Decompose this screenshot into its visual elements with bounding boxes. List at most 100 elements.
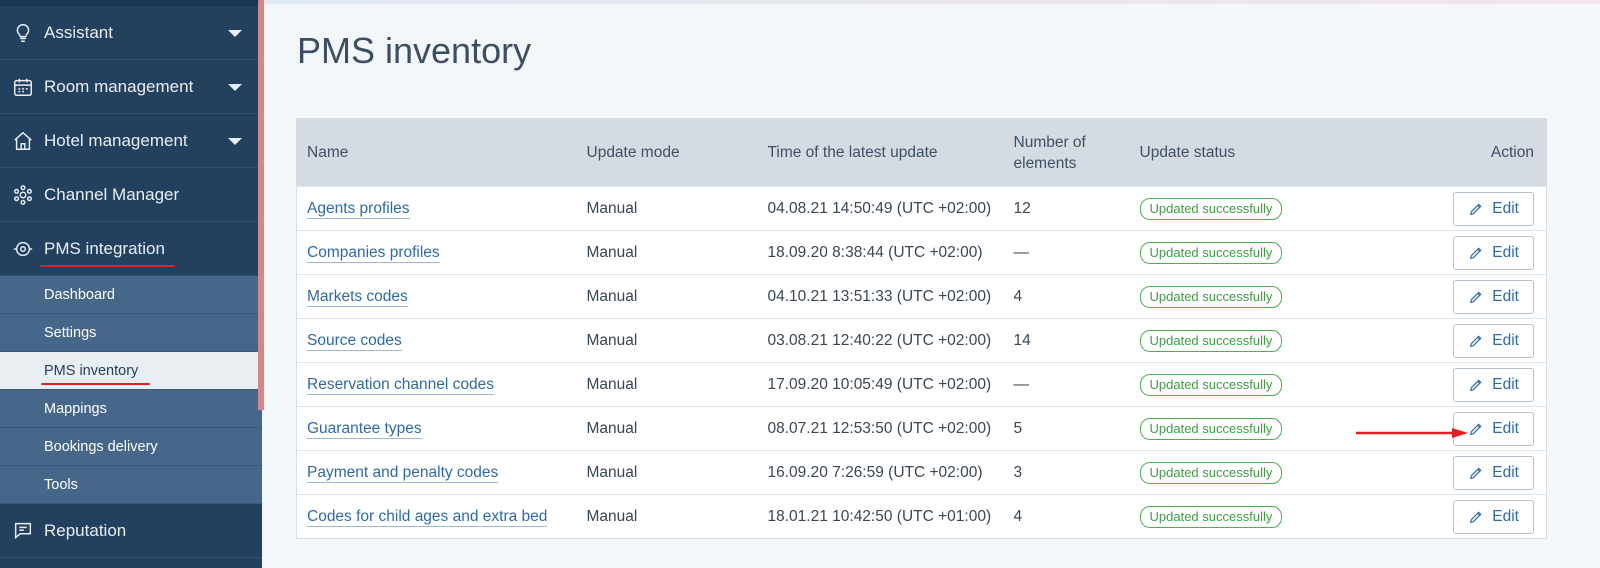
cell-update-mode: Manual: [586, 331, 638, 349]
item-name-link[interactable]: Codes for child ages and extra bed: [307, 507, 548, 527]
edit-button[interactable]: Edit: [1453, 455, 1534, 490]
table-row: Source codes Manual 03.08.21 12:40:22 (UTC…: [296, 318, 1547, 363]
nav-hotel-management-label: Hotel management: [44, 130, 188, 150]
nav-room-management[interactable]: Room management: [0, 60, 262, 114]
table-row: Agents profiles Manual 04.08.21 14:50:49 (…: [296, 186, 1547, 231]
cell-time: 04.10.21 13:51:33 (UTC +02:00): [767, 287, 992, 305]
cell-status: Updated successfully: [1130, 451, 1350, 495]
edit-button-label: Edit: [1492, 199, 1519, 217]
column-header-name: Name: [307, 144, 349, 161]
nav-channel-manager[interactable]: Channel Manager: [0, 168, 262, 222]
chat-icon: [12, 520, 34, 542]
sidebar-item-tools[interactable]: Tools: [0, 466, 262, 504]
item-name-link[interactable]: Guarantee types: [307, 419, 422, 439]
edit-button[interactable]: Edit: [1453, 191, 1534, 226]
edit-button[interactable]: Edit: [1453, 235, 1534, 270]
cell-update-mode: Manual: [586, 243, 638, 261]
nav-pms-integration-label: PMS integration: [40, 238, 175, 267]
table-header-row: Name Update mode Time of the latest upda…: [296, 118, 1547, 187]
cell-status: Updated successfully: [1130, 363, 1350, 407]
cell-count: 12: [1013, 199, 1031, 217]
table-row: Reservation channel codes Manual 17.09.20 …: [296, 362, 1547, 407]
cell-action: Edit: [1350, 187, 1547, 231]
nav-assistant[interactable]: Assistant: [0, 6, 262, 60]
cell-update-mode: Manual: [586, 507, 638, 525]
edit-button[interactable]: Edit: [1453, 367, 1534, 402]
sidebar-item-label: Tools: [44, 476, 78, 493]
sidebar-item-bookings-delivery[interactable]: Bookings delivery: [0, 428, 262, 466]
nav-hotel-management[interactable]: Hotel management: [0, 114, 262, 168]
nav-reputation[interactable]: Reputation: [0, 504, 262, 558]
cell-time: 18.09.20 8:38:44 (UTC +02:00): [767, 243, 983, 261]
cell-action: Edit: [1350, 451, 1547, 495]
item-name-link[interactable]: Agents profiles: [307, 199, 410, 219]
inventory-table-wrapper: Name Update mode Time of the latest upda…: [296, 118, 1547, 539]
nav-assistant-label: Assistant: [44, 22, 113, 42]
cell-time: 16.09.20 7:26:59 (UTC +02:00): [767, 463, 983, 481]
cell-count: 4: [1013, 507, 1023, 525]
nav-room-management-label: Room management: [44, 76, 194, 96]
chevron-down-icon[interactable]: [228, 137, 242, 145]
cell-update-mode: Manual: [586, 463, 638, 481]
pencil-icon: [1468, 465, 1484, 481]
chevron-down-icon[interactable]: [228, 83, 242, 91]
status-badge: Updated successfully: [1139, 461, 1283, 484]
cell-status: Updated successfully: [1130, 231, 1350, 275]
cell-time: 18.01.21 10:42:50 (UTC +01:00): [767, 507, 992, 525]
table-row: Companies profiles Manual 18.09.20 8:38:44…: [296, 230, 1547, 275]
column-header-update-mode: Update mode: [586, 144, 680, 161]
pencil-icon: [1468, 289, 1484, 305]
nav-channel-manager-label: Channel Manager: [44, 184, 180, 204]
nav-reputation-label: Reputation: [44, 520, 127, 540]
status-badge: Updated successfully: [1139, 285, 1283, 308]
sidebar-item-label: Settings: [44, 324, 97, 341]
pencil-icon: [1468, 245, 1484, 261]
sidebar-item-label: PMS inventory: [40, 362, 151, 385]
lightbulb-icon: [12, 22, 34, 44]
sidebar: Assistant Room management Hotel manageme…: [0, 0, 262, 568]
table-row: Codes for child ages and extra bed Manual…: [296, 494, 1547, 539]
pencil-icon: [1468, 509, 1484, 525]
edit-button[interactable]: Edit: [1453, 323, 1534, 358]
edit-button[interactable]: Edit: [1453, 499, 1534, 534]
calendar-icon: [12, 76, 34, 98]
item-name-link[interactable]: Payment and penalty codes: [307, 463, 499, 483]
sidebar-item-pms-inventory[interactable]: PMS inventory: [0, 352, 262, 390]
pencil-icon: [1468, 377, 1484, 393]
edit-button-label: Edit: [1492, 287, 1519, 305]
cell-name: Codes for child ages and extra bed: [297, 495, 577, 539]
pencil-icon: [1468, 201, 1484, 217]
status-badge: Updated successfully: [1139, 329, 1283, 352]
sidebar-item-settings[interactable]: Settings: [0, 314, 262, 352]
edit-button[interactable]: Edit: [1453, 279, 1534, 314]
cell-action: Edit: [1350, 319, 1547, 363]
cell-name: Reservation channel codes: [297, 363, 577, 407]
item-name-link[interactable]: Reservation channel codes: [307, 375, 494, 395]
page-title: PMS inventory: [297, 30, 532, 71]
cell-action: Edit: [1350, 231, 1547, 275]
item-name-link[interactable]: Companies profiles: [307, 243, 440, 263]
nav-pms-integration[interactable]: PMS integration: [0, 222, 262, 276]
cell-status: Updated successfully: [1130, 495, 1350, 539]
sidebar-item-dashboard[interactable]: Dashboard: [0, 276, 262, 314]
red-arrow-annotation: [1356, 428, 1468, 438]
inventory-table: Name Update mode Time of the latest upda…: [296, 118, 1547, 539]
house-icon: [12, 130, 34, 152]
status-badge: Updated successfully: [1139, 505, 1283, 528]
status-badge: Updated successfully: [1139, 417, 1283, 440]
chevron-down-icon[interactable]: [228, 29, 242, 37]
sidebar-item-mappings[interactable]: Mappings: [0, 390, 262, 428]
item-name-link[interactable]: Source codes: [307, 331, 402, 351]
cell-count: 14: [1013, 331, 1031, 349]
cell-name: Payment and penalty codes: [297, 451, 577, 495]
sidebar-item-label: Bookings delivery: [44, 438, 158, 455]
cell-update-mode: Manual: [586, 287, 638, 305]
cell-count: 4: [1013, 287, 1023, 305]
cell-count: —: [1013, 375, 1030, 393]
cell-action: Edit: [1350, 275, 1547, 319]
item-name-link[interactable]: Markets codes: [307, 287, 408, 307]
cell-update-mode: Manual: [586, 199, 638, 217]
cell-status: Updated successfully: [1130, 187, 1350, 231]
edit-button-label: Edit: [1492, 463, 1519, 481]
table-row: Markets codes Manual 04.10.21 13:51:33 (UT…: [296, 274, 1547, 319]
